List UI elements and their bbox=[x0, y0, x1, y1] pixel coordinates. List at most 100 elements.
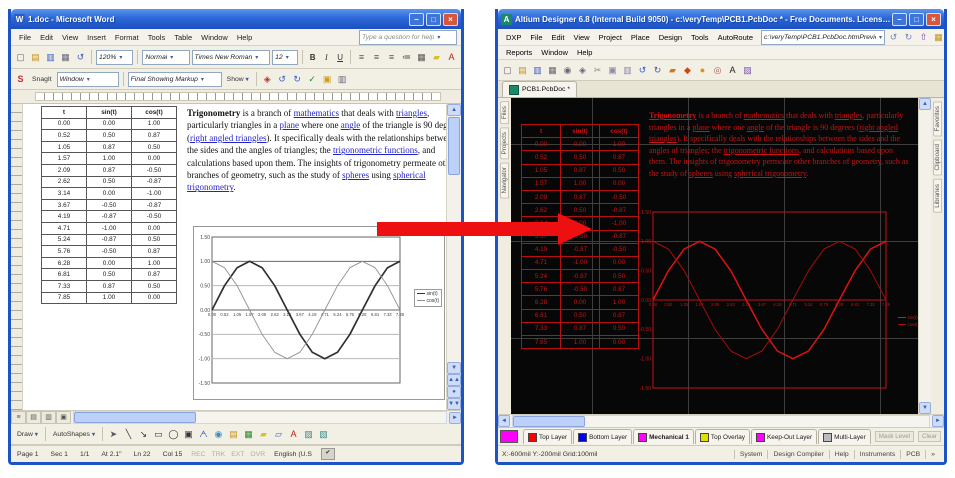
menu-item[interactable]: Place bbox=[627, 32, 654, 43]
panel-tab[interactable]: Clipboard bbox=[933, 139, 942, 175]
normal-view-icon[interactable]: ≡ bbox=[11, 411, 26, 424]
current-layer-color-swatch[interactable] bbox=[500, 430, 518, 443]
menu-item[interactable]: Window bbox=[197, 32, 232, 43]
hyperlink[interactable]: trigonometric functions bbox=[724, 146, 799, 155]
place-via-icon[interactable]: ◎ bbox=[711, 64, 724, 77]
hyperlink[interactable]: spheres bbox=[689, 169, 713, 178]
scrollbar-thumb[interactable] bbox=[74, 412, 196, 423]
picture-icon[interactable]: ▦ bbox=[242, 428, 255, 441]
hyperlink[interactable]: spheres bbox=[342, 170, 369, 180]
diagram-icon[interactable]: ◉ bbox=[212, 428, 225, 441]
threed-icon[interactable]: ▧ bbox=[317, 428, 330, 441]
fill-color-icon[interactable]: ▰ bbox=[257, 428, 270, 441]
back-icon[interactable]: ↺ bbox=[887, 31, 900, 44]
pcb-document-tab[interactable]: PCB1.PcbDoc * bbox=[502, 81, 577, 97]
menu-item[interactable]: Project bbox=[595, 32, 626, 43]
snagit-button[interactable]: SnagIt bbox=[29, 73, 55, 86]
rectangle-icon[interactable]: ▭ bbox=[152, 428, 165, 441]
outline-view-icon[interactable]: ▣ bbox=[56, 411, 71, 424]
layer-tab[interactable]: Bottom Layer bbox=[573, 429, 632, 444]
clipart-icon[interactable]: ▤ bbox=[227, 428, 240, 441]
web-layout-icon[interactable]: ▤ bbox=[26, 411, 41, 424]
print-icon[interactable]: ▦ bbox=[546, 64, 559, 77]
draw-menu-button[interactable]: Draw▾ bbox=[14, 428, 41, 441]
panel-tab[interactable]: Files bbox=[500, 101, 509, 124]
word-titlebar[interactable]: W 1.doc - Microsoft Word – □ × bbox=[11, 9, 461, 29]
place-line-icon[interactable]: ▰ bbox=[666, 64, 679, 77]
menu-item[interactable]: Edit bbox=[36, 32, 57, 43]
clear-button[interactable]: Clear bbox=[918, 431, 941, 442]
mask-level-button[interactable]: Mask Level bbox=[875, 431, 914, 442]
show-menu-button[interactable]: Show▾ bbox=[224, 73, 252, 86]
style-combo[interactable]: Normal▾ bbox=[142, 50, 189, 65]
maximize-button[interactable]: □ bbox=[426, 13, 441, 26]
arrow-icon[interactable]: ↘ bbox=[137, 428, 150, 441]
scroll-right-icon[interactable]: ► bbox=[449, 412, 461, 424]
close-button[interactable]: × bbox=[443, 13, 458, 26]
line-icon[interactable]: ╲ bbox=[122, 428, 135, 441]
word-page[interactable]: tsin(t)cos(t)0.000.001.000.520.500.871.0… bbox=[23, 104, 446, 410]
zoom-icon[interactable]: ◉ bbox=[561, 64, 574, 77]
menu-item[interactable]: Window bbox=[537, 47, 572, 58]
save-icon[interactable]: ▥ bbox=[531, 64, 544, 77]
pcb-canvas[interactable]: tsin(t)cos(t)0.000.001.000.520.500.871.0… bbox=[511, 98, 918, 414]
home-icon[interactable]: ▦ bbox=[932, 31, 945, 44]
new-document-icon[interactable]: ▢ bbox=[14, 51, 27, 64]
hyperlink[interactable]: plane bbox=[279, 120, 299, 130]
select-objects-icon[interactable]: ➤ bbox=[107, 428, 120, 441]
panel-button[interactable]: System bbox=[734, 450, 768, 459]
menu-item[interactable]: Format bbox=[111, 32, 143, 43]
hyperlink[interactable]: spherical trigonometry bbox=[734, 169, 806, 178]
menu-item[interactable]: Reports bbox=[502, 47, 536, 58]
layer-tab[interactable]: Keep-Out Layer bbox=[751, 429, 817, 444]
altium-titlebar[interactable]: A Altium Designer 6.8 (Internal Build 90… bbox=[498, 9, 944, 29]
vertical-ruler[interactable] bbox=[11, 104, 23, 410]
print-icon[interactable]: ▦ bbox=[59, 51, 72, 64]
hyperlink[interactable]: triangles bbox=[396, 108, 427, 118]
panel-button[interactable]: Design Compiler bbox=[767, 450, 828, 459]
menu-item[interactable]: File bbox=[526, 32, 546, 43]
reviewing-pane-icon[interactable]: ▥ bbox=[336, 73, 349, 86]
layer-tab[interactable]: Top Layer bbox=[523, 429, 572, 444]
panel-tab[interactable]: Libraries bbox=[933, 179, 942, 213]
oval-icon[interactable]: ◯ bbox=[167, 428, 180, 441]
place-pad-icon[interactable]: ● bbox=[696, 64, 709, 77]
redo-icon[interactable]: ↻ bbox=[651, 64, 664, 77]
align-left-icon[interactable]: ≡ bbox=[355, 51, 368, 64]
menu-item[interactable]: Help bbox=[233, 32, 256, 43]
close-button[interactable]: × bbox=[926, 13, 941, 26]
hyperlink[interactable]: mathematics bbox=[294, 108, 339, 118]
scrollbar-thumb[interactable] bbox=[513, 416, 585, 427]
zoom-combo[interactable]: 120%▾ bbox=[96, 50, 133, 65]
menu-item[interactable]: Help bbox=[573, 47, 596, 58]
underline-button[interactable]: U bbox=[334, 51, 346, 64]
hyperlink[interactable]: angle bbox=[747, 123, 764, 132]
menu-item[interactable]: Edit bbox=[548, 32, 569, 43]
undo-icon[interactable]: ↺ bbox=[74, 51, 87, 64]
scrollbar-thumb[interactable] bbox=[448, 117, 460, 175]
panel-button[interactable]: Instruments bbox=[854, 450, 901, 459]
line-color-icon[interactable]: ▱ bbox=[272, 428, 285, 441]
altium-vertical-scrollbar[interactable]: ▲ ▼ bbox=[918, 98, 931, 414]
insert-comment-icon[interactable]: ▣ bbox=[321, 73, 334, 86]
copy-icon[interactable]: ▣ bbox=[606, 64, 619, 77]
bold-button[interactable]: B bbox=[307, 51, 319, 64]
font-size-combo[interactable]: 12▾ bbox=[272, 50, 298, 65]
next-page-icon[interactable]: ▼▼ bbox=[447, 398, 461, 410]
select-browse-object-icon[interactable]: ● bbox=[447, 386, 461, 398]
altium-horizontal-scrollbar[interactable]: ◄ ► bbox=[498, 414, 944, 427]
menu-item[interactable]: DXP bbox=[502, 32, 525, 43]
status-toggle[interactable]: REC bbox=[191, 451, 205, 458]
menu-item[interactable]: Design bbox=[655, 32, 686, 43]
status-toggle[interactable]: OVR bbox=[250, 451, 265, 458]
minimize-button[interactable]: – bbox=[892, 13, 907, 26]
panel-tab[interactable]: Navigator bbox=[500, 162, 509, 198]
place-component-icon[interactable]: ▨ bbox=[741, 64, 754, 77]
scroll-right-icon[interactable]: ► bbox=[932, 415, 944, 427]
scroll-up-icon[interactable]: ▲ bbox=[447, 104, 461, 116]
snagit-icon[interactable]: ◈ bbox=[261, 73, 274, 86]
hyperlink[interactable]: right angled triangles bbox=[190, 133, 266, 143]
minimize-button[interactable]: – bbox=[409, 13, 424, 26]
place-wire-icon[interactable]: ◆ bbox=[681, 64, 694, 77]
panel-button[interactable]: PCB bbox=[900, 450, 925, 459]
